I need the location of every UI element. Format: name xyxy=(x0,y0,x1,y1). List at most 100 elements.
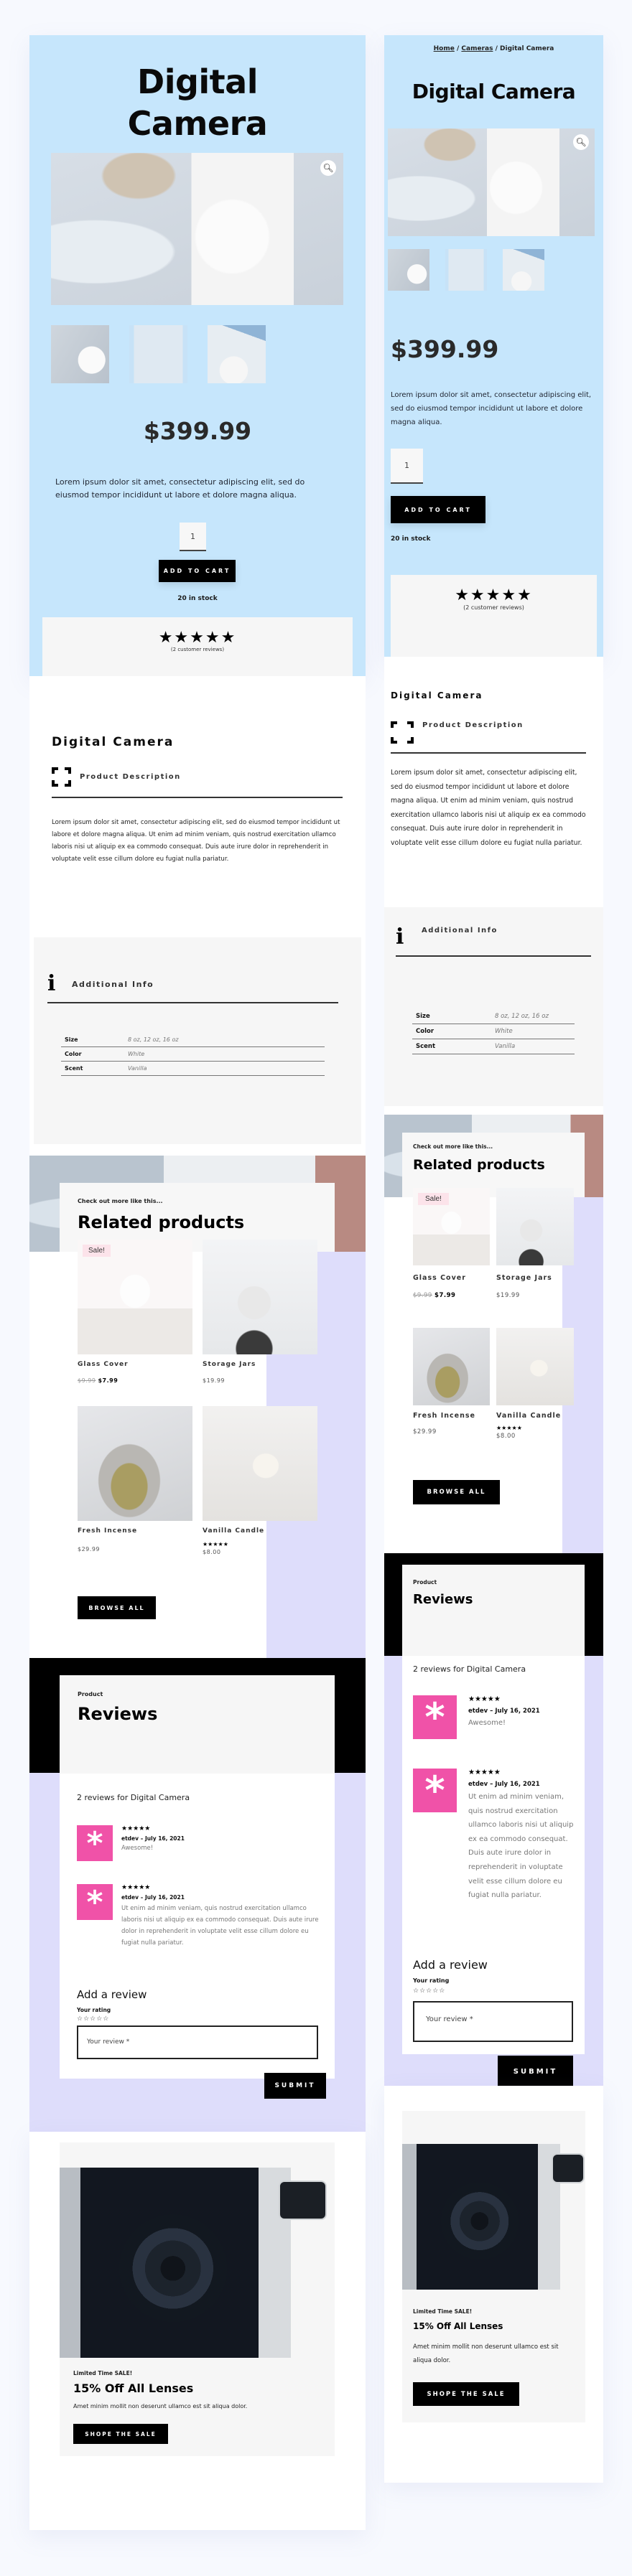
info-icon: i xyxy=(396,924,404,950)
description-tab-header[interactable]: Product Description xyxy=(391,721,586,754)
thumbnail-1[interactable] xyxy=(388,249,429,291)
add-to-cart-button[interactable]: ADD TO CART xyxy=(391,496,485,523)
related-product-card[interactable]: Storage Jars $19.99 xyxy=(203,1240,317,1384)
thumbnail-2[interactable] xyxy=(129,325,187,383)
sale-price: $7.99 xyxy=(98,1377,118,1384)
additional-info-tab-header[interactable]: i Additional Info xyxy=(396,927,591,957)
attribute-value: 8 oz, 12 oz, 16 oz xyxy=(124,1033,325,1047)
related-product-card[interactable]: Sale! Glass Cover $9.99 $7.99 xyxy=(78,1240,192,1384)
attribute-label: Color xyxy=(412,1024,491,1039)
attribute-label: Scent xyxy=(61,1061,124,1076)
thumbnail-2[interactable] xyxy=(445,249,487,291)
add-review-title: Add a review xyxy=(413,1958,488,1972)
breadcrumb-separator: / xyxy=(495,45,498,52)
related-product-card[interactable]: Vanilla Candle ★★★★★ $8.00 xyxy=(203,1406,317,1555)
reviews-header-card: Product Reviews xyxy=(402,1565,585,1656)
attribute-row: Color White xyxy=(61,1046,325,1062)
product-main-image[interactable]: 🔍︎ xyxy=(388,128,595,236)
rating-input-stars[interactable]: ☆☆☆☆☆ xyxy=(77,2015,109,2023)
additional-info-wrapper: i Additional Info Size 8 oz, 12 oz, 16 oz… xyxy=(29,936,366,1156)
browse-all-button[interactable]: BROWSE ALL xyxy=(78,1596,156,1619)
reviewer-avatar: * xyxy=(77,1825,113,1862)
attribute-label: Size xyxy=(412,1009,491,1024)
attribute-value: Vanilla xyxy=(124,1061,325,1076)
related-product-card[interactable]: Storage Jars $19.99 xyxy=(496,1188,574,1299)
product-name[interactable]: Storage Jars xyxy=(203,1361,317,1368)
product-image[interactable] xyxy=(203,1406,317,1521)
thumbnail-1[interactable] xyxy=(51,325,109,383)
related-products-section: Check out more like this... Related prod… xyxy=(29,1156,366,1658)
related-product-card[interactable]: Sale! Glass Cover $9.99 $7.99 xyxy=(413,1188,490,1299)
reviewer-avatar: * xyxy=(413,1768,457,1813)
promo-text: Amet minim mollit non deserunt ullamco e… xyxy=(413,2343,559,2364)
rating-stars: ★★★★★ xyxy=(455,586,533,604)
product-image[interactable] xyxy=(496,1188,574,1265)
add-to-cart-button[interactable]: ADD TO CART xyxy=(159,560,236,582)
breadcrumb-current: Digital Camera xyxy=(500,45,554,52)
breadcrumb-home[interactable]: Home xyxy=(434,45,455,52)
related-products-section-mobile: Check out more like this... Related prod… xyxy=(384,1106,603,1553)
review-stars: ★★★★★ xyxy=(121,1884,151,1891)
product-name[interactable]: Fresh Incense xyxy=(78,1527,192,1535)
quantity-input[interactable]: 1 xyxy=(391,449,423,484)
review-count-link[interactable]: (2 customer reviews) xyxy=(42,647,353,652)
product-image[interactable]: Sale! xyxy=(78,1240,192,1354)
product-image[interactable] xyxy=(203,1240,317,1354)
product-name[interactable]: Storage Jars xyxy=(496,1274,574,1282)
review-textarea[interactable]: Your review * xyxy=(413,2001,573,2042)
product-name[interactable]: Glass Cover xyxy=(78,1361,192,1368)
product-name[interactable]: Fresh Incense xyxy=(413,1412,490,1420)
product-name[interactable]: Glass Cover xyxy=(413,1274,490,1282)
review-item: * ★★★★★ etdev – July 16, 2021 Awesome! xyxy=(413,1695,575,1740)
submit-review-button[interactable]: SUBMIT xyxy=(264,2073,326,2099)
product-price: $19.99 xyxy=(203,1377,225,1384)
add-review-title: Add a review xyxy=(77,1988,147,2001)
search-icon[interactable]: 🔍︎ xyxy=(320,160,336,176)
review-meta: etdev – July 16, 2021 xyxy=(121,1835,185,1842)
product-name[interactable]: Vanilla Candle xyxy=(496,1412,574,1420)
product-image[interactable] xyxy=(496,1328,574,1405)
thumbnail-3[interactable] xyxy=(208,325,266,383)
rating-summary: ★★★★★ (2 customer reviews) xyxy=(391,575,597,657)
additional-info-tab-header[interactable]: i Additional Info xyxy=(47,973,338,1003)
mobile-layout: Home / Cameras / Digital Camera Digital … xyxy=(384,35,603,2483)
review-text: Awesome! xyxy=(468,1719,506,1727)
product-price: $9.99 $7.99 xyxy=(413,1292,490,1299)
related-product-card[interactable]: Fresh Incense $29.99 xyxy=(78,1406,192,1552)
product-short-description: Lorem ipsum dolor sit amet, consectetur … xyxy=(391,391,592,426)
breadcrumb-cameras[interactable]: Cameras xyxy=(461,45,493,52)
related-product-card[interactable]: Fresh Incense $29.99 xyxy=(413,1328,490,1435)
rating-input-stars[interactable]: ☆☆☆☆☆ xyxy=(413,1987,445,1995)
description-tab-title: Product Description xyxy=(422,721,524,729)
shop-the-sale-button[interactable]: SHOPE THE SALE xyxy=(413,2382,519,2406)
additional-info-section-mobile: i Additional Info Size 8 oz, 12 oz, 16 oz… xyxy=(384,907,603,1106)
browse-all-button[interactable]: BROWSE ALL xyxy=(413,1480,500,1504)
product-thumbnails xyxy=(51,325,266,383)
product-price: $8.00 xyxy=(496,1433,516,1440)
promo-title: 15% Off All Lenses xyxy=(73,2381,194,2395)
product-image[interactable]: Sale! xyxy=(413,1188,490,1265)
review-text: Ut enim ad minim veniam, quis nostrud ex… xyxy=(121,1905,319,1947)
attributes-table: Size 8 oz, 12 oz, 16 oz Color White Scent V… xyxy=(412,1009,575,1054)
reviews-section-mobile: Product Reviews 2 reviews for Digital Ca… xyxy=(384,1553,603,2086)
reviews-title: Reviews xyxy=(78,1704,158,1724)
reviews-pretitle: Product xyxy=(78,1691,103,1697)
thumbnail-3[interactable] xyxy=(503,249,544,291)
rating-stars: ★★★★★ xyxy=(158,629,237,647)
attribute-label: Size xyxy=(61,1033,124,1047)
product-main-image[interactable]: 🔍︎ xyxy=(51,153,343,305)
search-icon[interactable]: 🔍︎ xyxy=(573,134,589,150)
product-image[interactable] xyxy=(78,1406,192,1521)
review-textarea[interactable]: Your review * xyxy=(77,2025,318,2059)
quantity-input[interactable]: 1 xyxy=(180,523,206,551)
shop-the-sale-button[interactable]: SHOPE THE SALE xyxy=(73,2424,168,2444)
description-text: Lorem ipsum dolor sit amet, consectetur … xyxy=(52,819,340,863)
related-product-card[interactable]: Vanilla Candle ★★★★★ $8.00 xyxy=(496,1328,574,1440)
sale-badge: Sale! xyxy=(83,1245,111,1257)
product-name[interactable]: Vanilla Candle xyxy=(203,1527,317,1535)
description-tab-header[interactable]: Product Description xyxy=(52,767,343,798)
submit-review-button[interactable]: SUBMIT xyxy=(498,2056,573,2086)
product-image[interactable] xyxy=(413,1328,490,1405)
review-count-link[interactable]: (2 customer reviews) xyxy=(391,604,597,611)
additional-info-title: Additional Info xyxy=(422,927,498,935)
